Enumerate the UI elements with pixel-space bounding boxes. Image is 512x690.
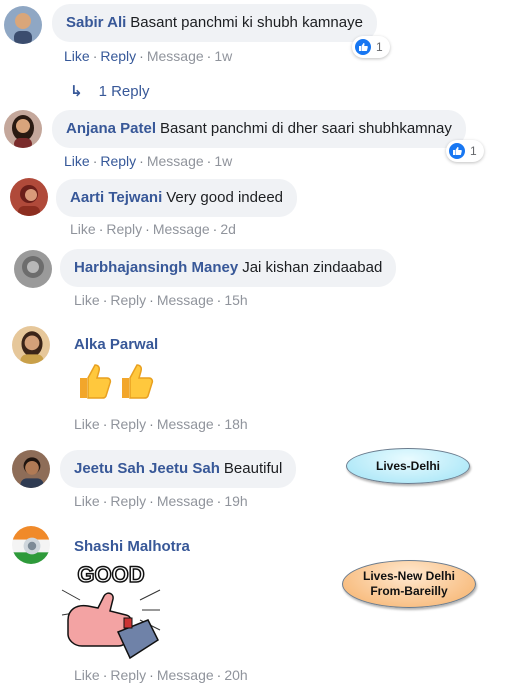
- commenter-name[interactable]: Alka Parwal: [74, 336, 158, 353]
- message-link[interactable]: Message: [147, 48, 204, 64]
- message-link[interactable]: Message: [157, 416, 214, 432]
- timestamp[interactable]: 20h: [224, 667, 247, 683]
- reply-link[interactable]: Reply: [110, 416, 146, 432]
- commenter-name[interactable]: Jeetu Sah Jeetu Sah: [74, 460, 220, 477]
- reaction-count[interactable]: 1: [446, 140, 484, 162]
- avatar[interactable]: [12, 450, 50, 488]
- avatar[interactable]: [12, 326, 50, 364]
- annotation-lives-new-delhi: Lives-New Delhi From-Bareilly: [342, 560, 476, 608]
- comment-bubble: Aarti Tejwani Very good indeed: [56, 179, 298, 217]
- like-link[interactable]: Like: [70, 221, 96, 237]
- avatar[interactable]: [4, 110, 42, 148]
- reply-link[interactable]: Reply: [110, 292, 146, 308]
- avatar[interactable]: [10, 178, 48, 216]
- like-link[interactable]: Like: [74, 292, 100, 308]
- commenter-name[interactable]: Aarti Tejwani: [70, 189, 162, 206]
- message-link[interactable]: Message: [157, 292, 214, 308]
- comment-actions: Like · Reply · Message · 18h: [74, 416, 248, 432]
- comment-actions: Like · Reply · Message · 20h: [74, 667, 248, 683]
- comment-bubble: Jeetu Sah Jeetu Sah Beautiful: [60, 450, 297, 488]
- timestamp[interactable]: 2d: [220, 221, 236, 237]
- like-link[interactable]: Like: [74, 416, 100, 432]
- reaction-number: 1: [376, 40, 383, 54]
- like-link[interactable]: Like: [74, 493, 100, 509]
- replies-label: 1 Reply: [98, 83, 150, 100]
- avatar[interactable]: [4, 6, 42, 44]
- like-link[interactable]: Like: [64, 153, 90, 169]
- thumbs-up-emoji-icon: [76, 362, 112, 405]
- commenter-name[interactable]: Harbhajansingh Maney: [74, 259, 238, 276]
- timestamp[interactable]: 1w: [214, 48, 232, 64]
- like-reaction-icon: [449, 143, 465, 159]
- good-sticker-image[interactable]: GOOD: [60, 560, 162, 664]
- like-link[interactable]: Like: [64, 48, 90, 64]
- thumbs-up-emoji-icon: [118, 362, 154, 405]
- reply-link[interactable]: Reply: [110, 667, 146, 683]
- comment-text: Very good indeed: [166, 189, 284, 206]
- like-reaction-icon: [355, 39, 371, 55]
- reaction-count[interactable]: 1: [352, 36, 390, 58]
- comment-actions: Like · Reply · Message · 15h: [74, 292, 248, 308]
- comment-actions: Like · Reply · Message · 1w: [64, 48, 233, 64]
- reply-link[interactable]: Reply: [110, 493, 146, 509]
- commenter-name[interactable]: Anjana Patel: [66, 120, 156, 137]
- commenter-name[interactable]: Sabir Ali: [66, 14, 126, 31]
- sticker-text: GOOD: [77, 562, 144, 587]
- message-link[interactable]: Message: [157, 493, 214, 509]
- timestamp[interactable]: 1w: [214, 153, 232, 169]
- comment-actions: Like · Reply · Message · 19h: [74, 493, 248, 509]
- timestamp[interactable]: 15h: [224, 292, 247, 308]
- annotation-lives-delhi: Lives-Delhi: [346, 448, 470, 484]
- reply-link[interactable]: Reply: [100, 48, 136, 64]
- comment-bubble: Alka Parwal: [60, 326, 172, 364]
- comment-bubble: Sabir Ali Basant panchmi ki shubh kamnaye: [52, 4, 377, 42]
- timestamp[interactable]: 19h: [224, 493, 247, 509]
- like-link[interactable]: Like: [74, 667, 100, 683]
- message-link[interactable]: Message: [147, 153, 204, 169]
- comment-text: Basant panchmi di dher saari shubhkamnay: [160, 120, 452, 137]
- comment-text: Jai kishan zindaabad: [242, 259, 383, 276]
- reaction-number: 1: [470, 144, 477, 158]
- message-link[interactable]: Message: [157, 667, 214, 683]
- annotation-text-line2: From-Bareilly: [370, 584, 448, 598]
- annotation-text: Lives-Delhi: [375, 459, 441, 473]
- comment-text: Basant panchmi ki shubh kamnaye: [130, 14, 363, 31]
- annotation-text-line1: Lives-New Delhi: [362, 569, 456, 583]
- comment-text: Beautiful: [223, 460, 283, 477]
- view-replies[interactable]: ↳ 1 Reply: [70, 82, 149, 100]
- reply-arrow-icon: ↳: [70, 83, 83, 100]
- comment-bubble: Harbhajansingh Maney Jai kishan zindaabad: [60, 249, 397, 287]
- avatar[interactable]: [12, 526, 50, 564]
- message-link[interactable]: Message: [153, 221, 210, 237]
- comment-actions: Like · Reply · Message · 1w: [64, 153, 233, 169]
- reply-link[interactable]: Reply: [100, 153, 136, 169]
- reply-link[interactable]: Reply: [106, 221, 142, 237]
- avatar[interactable]: [14, 250, 52, 288]
- comment-bubble: Anjana Patel Basant panchmi di dher saari…: [52, 110, 466, 148]
- commenter-name[interactable]: Shashi Malhotra: [74, 538, 190, 555]
- timestamp[interactable]: 18h: [224, 416, 247, 432]
- comment-actions: Like · Reply · Message · 2d: [70, 221, 236, 237]
